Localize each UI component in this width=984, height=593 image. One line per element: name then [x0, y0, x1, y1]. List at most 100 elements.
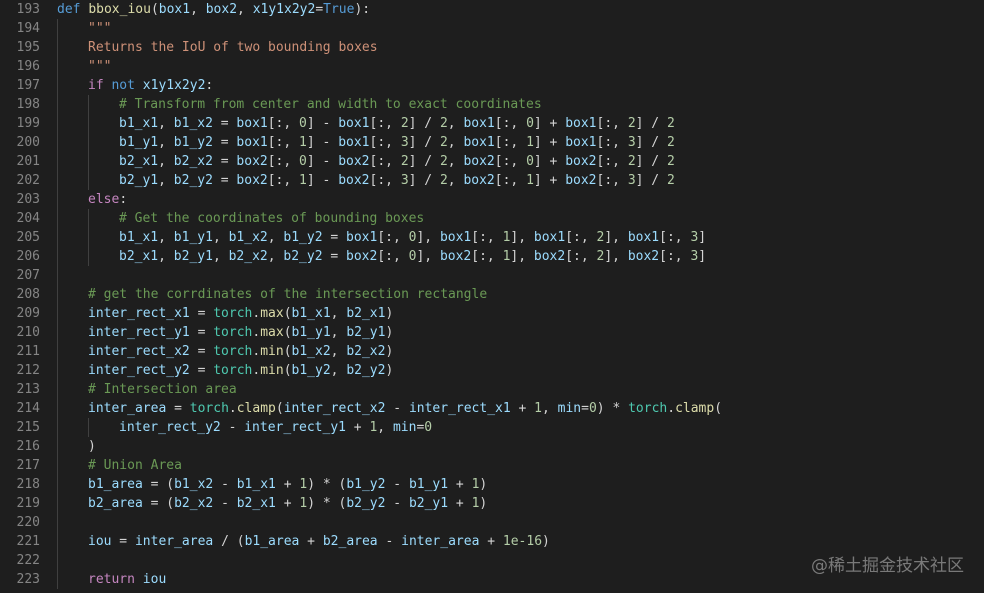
code-token: ] [698, 249, 707, 264]
code-token: inter_rect_y1 [244, 420, 346, 435]
code-line[interactable]: 214 inter_area = torch.clamp(inter_rect_x… [0, 399, 984, 418]
code-line[interactable]: 200 b1_y1, b1_y2 = box1[:, 1] - box1[:, 3… [0, 133, 984, 152]
code-line[interactable]: 197 if not x1y1x2y2: [0, 76, 984, 95]
code-line[interactable]: 211 inter_rect_x2 = torch.min(b1_x2, b2_x… [0, 342, 984, 361]
code-token: ) * [596, 401, 629, 416]
code-editor[interactable]: 193 def bbox_iou(box1, box2, x1y1x2y2=Tru… [0, 0, 984, 593]
code-token: min [557, 401, 582, 416]
indent-guide [57, 152, 58, 171]
code-token: [:, [369, 116, 401, 131]
code-line[interactable]: 198 # Transform from center and width to … [0, 95, 984, 114]
indent-guide [57, 171, 58, 190]
code-text: b1_area = (b1_x2 - b1_x1 + 1) * (b1_y2 -… [88, 475, 487, 494]
code-line[interactable]: 204 # Get the coordinates of bounding box… [0, 209, 984, 228]
code-token: else [88, 192, 120, 207]
code-token: [:, [596, 116, 628, 131]
code-line[interactable]: 195 Returns the IoU of two bounding boxes [0, 38, 984, 57]
code-token: b1_y2 [173, 135, 213, 150]
code-token: 0 [526, 154, 534, 169]
code-token: b1_x1 [119, 116, 159, 131]
code-line[interactable]: 217 # Union Area [0, 456, 984, 475]
code-token: box2 [533, 249, 566, 264]
code-line[interactable]: 207 [0, 266, 984, 285]
indent-guide [57, 399, 58, 418]
code-token: ] + [533, 135, 566, 150]
code-token: """ [88, 59, 112, 74]
code-token: 2 [627, 154, 636, 169]
code-token: , [330, 325, 347, 340]
code-token: ) * ( [307, 477, 347, 492]
code-token: torch [213, 363, 253, 378]
code-token: ] - [306, 135, 339, 150]
indent-guide [57, 228, 58, 247]
code-line[interactable]: 199 b1_x1, b1_x2 = box1[:, 0] - box1[:, 2… [0, 114, 984, 133]
code-line[interactable]: 218 b1_area = (b1_x2 - b1_x1 + 1) * (b1_y… [0, 475, 984, 494]
code-token: if [88, 78, 104, 93]
code-line[interactable]: 208 # get the corrdinates of the intersec… [0, 285, 984, 304]
code-token: [:, [377, 249, 409, 264]
code-line[interactable]: 209 inter_rect_x1 = torch.max(b1_x1, b2_x… [0, 304, 984, 323]
code-token: b2_y1 [408, 496, 449, 511]
code-line[interactable]: 202 b2_y1, b2_y2 = box2[:, 1] - box2[:, 3… [0, 171, 984, 190]
code-token: 1 [526, 135, 534, 150]
code-text: Returns the IoU of two bounding boxes [88, 38, 378, 57]
code-token: box2 [236, 154, 268, 169]
code-token: 2 [627, 116, 636, 131]
code-line[interactable]: 210 inter_rect_y1 = torch.max(b1_y1, b2_y… [0, 323, 984, 342]
code-token: ): [354, 2, 371, 17]
line-number: 194 [16, 21, 40, 36]
code-token: = [315, 2, 324, 17]
code-token: inter_area [134, 534, 214, 549]
code-token: ], [604, 230, 628, 245]
code-line[interactable]: 215 inter_rect_y2 - inter_rect_y1 + 1, mi… [0, 418, 984, 437]
code-token: ], [416, 249, 440, 264]
line-number: 220 [16, 515, 40, 530]
code-token: [:, [377, 230, 409, 245]
indent-guide [57, 133, 58, 152]
code-token: + [275, 477, 300, 492]
code-line[interactable]: 219 b2_area = (b2_x2 - b2_x1 + 1) * (b2_y… [0, 494, 984, 513]
code-token: b2_x2 [174, 496, 214, 511]
code-line[interactable]: 203 else: [0, 190, 984, 209]
code-token: ) * ( [307, 496, 347, 511]
code-line[interactable]: 216) [0, 437, 984, 456]
code-token: , [158, 116, 174, 131]
code-token: , [212, 249, 229, 264]
code-token: ] / [408, 173, 440, 188]
indent-guide [57, 247, 58, 266]
code-line[interactable]: 213 # Intersection area [0, 380, 984, 399]
code-token: box1 [439, 230, 472, 245]
code-token: 0 [526, 116, 534, 131]
code-token: inter_area [88, 401, 167, 416]
code-token: b2_x1 [119, 154, 159, 169]
code-token: [:, [471, 230, 503, 245]
code-token: = [189, 363, 214, 378]
line-number: 209 [16, 306, 40, 321]
code-token: b2_area [88, 496, 143, 511]
line-number: 223 [16, 572, 40, 587]
code-line[interactable]: 194 """ [0, 19, 984, 38]
code-line[interactable]: 205 b1_x1, b1_y1, b1_x2, b1_y2 = box1[:, … [0, 228, 984, 247]
code-token: ], [510, 249, 534, 264]
code-token: ] + [533, 173, 566, 188]
code-token: b2_area [322, 534, 378, 549]
code-token: iou [88, 534, 112, 549]
code-line[interactable]: 201 b2_x1, b2_x2 = box2[:, 0] - box2[:, 2… [0, 152, 984, 171]
code-line[interactable]: 206 b2_x1, b2_y1, b2_x2, b2_y2 = box2[:, … [0, 247, 984, 266]
code-token: ) [385, 325, 394, 340]
code-token: [:, [596, 154, 628, 169]
code-line[interactable]: 193 def bbox_iou(box1, box2, x1y1x2y2=Tru… [0, 0, 984, 19]
code-line[interactable]: 196 """ [0, 57, 984, 76]
code-token: box1 [463, 135, 495, 150]
code-token: inter_rect_x2 [88, 344, 190, 359]
code-line[interactable]: 212 inter_rect_y2 = torch.min(b1_y2, b2_y… [0, 361, 984, 380]
code-token: torch [189, 401, 229, 416]
code-token: box1 [346, 230, 378, 245]
code-token: , [377, 420, 393, 435]
code-line[interactable]: 220 [0, 513, 984, 532]
code-line[interactable]: 221 iou = inter_area / (b1_area + b2_area… [0, 532, 984, 551]
line-number: 213 [16, 382, 40, 397]
indent-guide [57, 38, 58, 57]
indent-guide [57, 475, 58, 494]
